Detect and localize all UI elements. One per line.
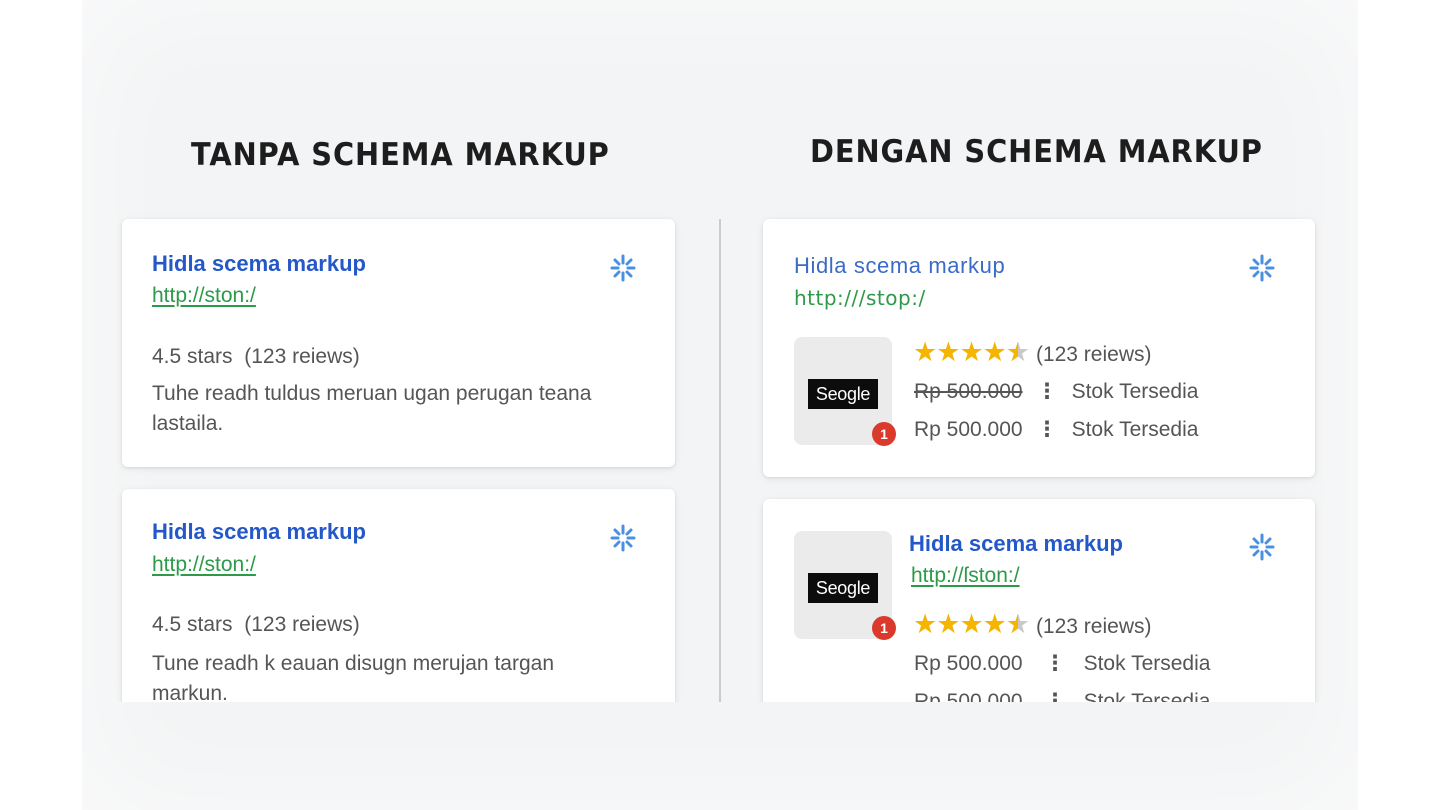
notification-badge: 1 bbox=[872, 422, 896, 446]
star-icon: ★ bbox=[936, 337, 960, 367]
star-icon: ★ bbox=[982, 337, 1007, 367]
seogle-logo: Seogle bbox=[808, 573, 878, 603]
search-result-card: Hidla scema markup http://ston:/ 4.5 sta… bbox=[122, 489, 675, 702]
star-rating: ★★★★★ (123 reiews) bbox=[913, 609, 1151, 640]
result-title[interactable]: Hidla scema markup bbox=[794, 253, 1005, 279]
star-icon: ★ bbox=[913, 337, 937, 367]
sparkle-icon bbox=[1249, 254, 1275, 282]
price: Rp 500.000 bbox=[914, 690, 1023, 702]
price-row: Rp 500.000 ⋮ Stok Tersedia bbox=[914, 651, 1210, 676]
rating-value: 4.5 stars bbox=[152, 345, 233, 368]
result-url[interactable]: http:///stop:/ bbox=[794, 286, 926, 310]
review-count: (123 reiews) bbox=[1035, 615, 1152, 638]
rating-text: 4.5 stars (123 reiews) bbox=[152, 345, 360, 369]
star-icon: ★ bbox=[959, 337, 983, 367]
half-star-icon: ★ bbox=[1006, 337, 1030, 368]
star-rating: ★★★★★ (123 reiews) bbox=[913, 337, 1151, 368]
rating-reviews: (123 reiews) bbox=[244, 345, 360, 368]
vertical-dots-icon: ⋮ bbox=[1044, 690, 1066, 702]
rating-reviews: (123 reiews) bbox=[244, 613, 360, 636]
price-row: Rp 500.000 ⋮ Stok Tersedia bbox=[914, 689, 1210, 702]
notification-badge: 1 bbox=[872, 616, 896, 640]
sparkle-icon bbox=[1249, 533, 1275, 561]
heading-with-schema: DENGAN SCHEMA MARKUP bbox=[810, 134, 1263, 170]
star-icon: ★ bbox=[982, 609, 1007, 639]
without-schema-column: Hidla scema markup http://ston:/ 4.5 sta… bbox=[110, 205, 690, 702]
search-result-card: Hidla scema markup http://ston:/ 4.5 sta… bbox=[122, 219, 675, 467]
result-title[interactable]: Hidla scema markup bbox=[909, 531, 1123, 557]
star-icon: ★ bbox=[959, 609, 983, 639]
half-star-icon: ★ bbox=[1006, 609, 1030, 640]
stock-status: Stok Tersedia bbox=[1071, 380, 1199, 403]
review-count: (123 reiews) bbox=[1035, 343, 1152, 366]
seogle-logo: Seogle bbox=[808, 379, 878, 409]
product-thumbnail[interactable]: Seogle 1 bbox=[794, 531, 896, 640]
vertical-dots-icon: ⋮ bbox=[1044, 652, 1066, 675]
result-title[interactable]: Hidla scema markup bbox=[152, 519, 366, 545]
result-description: Tune readh k eauan disugn merujan targan… bbox=[152, 652, 554, 702]
column-divider bbox=[719, 219, 721, 702]
stock-status: Stok Tersedia bbox=[1083, 690, 1211, 702]
price: Rp 500.000 bbox=[914, 418, 1023, 441]
sparkle-icon bbox=[610, 254, 636, 282]
rating-text: 4.5 stars (123 reiews) bbox=[152, 613, 360, 637]
star-icon: ★ bbox=[936, 609, 960, 639]
vertical-dots-icon: ⋮ bbox=[1036, 418, 1058, 441]
vertical-dots-icon: ⋮ bbox=[1036, 380, 1058, 403]
rich-result-card: Seogle 1 Hidla scema markup http://ſston… bbox=[763, 499, 1315, 702]
result-description: Tuhe readh tuldus meruan ugan perugan te… bbox=[152, 382, 592, 435]
stock-status: Stok Tersedia bbox=[1071, 418, 1199, 441]
price: Rp 500.000 bbox=[914, 652, 1023, 675]
heading-without-schema: TANPA SCHEMA MARKUP bbox=[191, 137, 610, 173]
result-title[interactable]: Hidla scema markup bbox=[152, 251, 366, 277]
price-row: Rp 500.000 ⋮ Stok Tersedia bbox=[914, 379, 1198, 404]
result-url[interactable]: http://ſston:/ bbox=[911, 564, 1020, 588]
rating-value: 4.5 stars bbox=[152, 613, 233, 636]
price: Rp 500.000 bbox=[914, 380, 1023, 403]
star-icon: ★ bbox=[913, 609, 937, 639]
rich-result-card: Hidla scema markup http:///stop:/ Seogle… bbox=[763, 219, 1315, 477]
price-row: Rp 500.000 ⋮ Stok Tersedia bbox=[914, 417, 1198, 442]
product-thumbnail[interactable]: Seogle 1 bbox=[794, 337, 896, 446]
stock-status: Stok Tersedia bbox=[1083, 652, 1211, 675]
with-schema-column: Hidla scema markup http:///stop:/ Seogle… bbox=[750, 205, 1330, 702]
result-url[interactable]: http://ston:/ bbox=[152, 553, 256, 577]
result-url[interactable]: http://ston:/ bbox=[152, 284, 256, 308]
sparkle-icon bbox=[610, 524, 636, 552]
